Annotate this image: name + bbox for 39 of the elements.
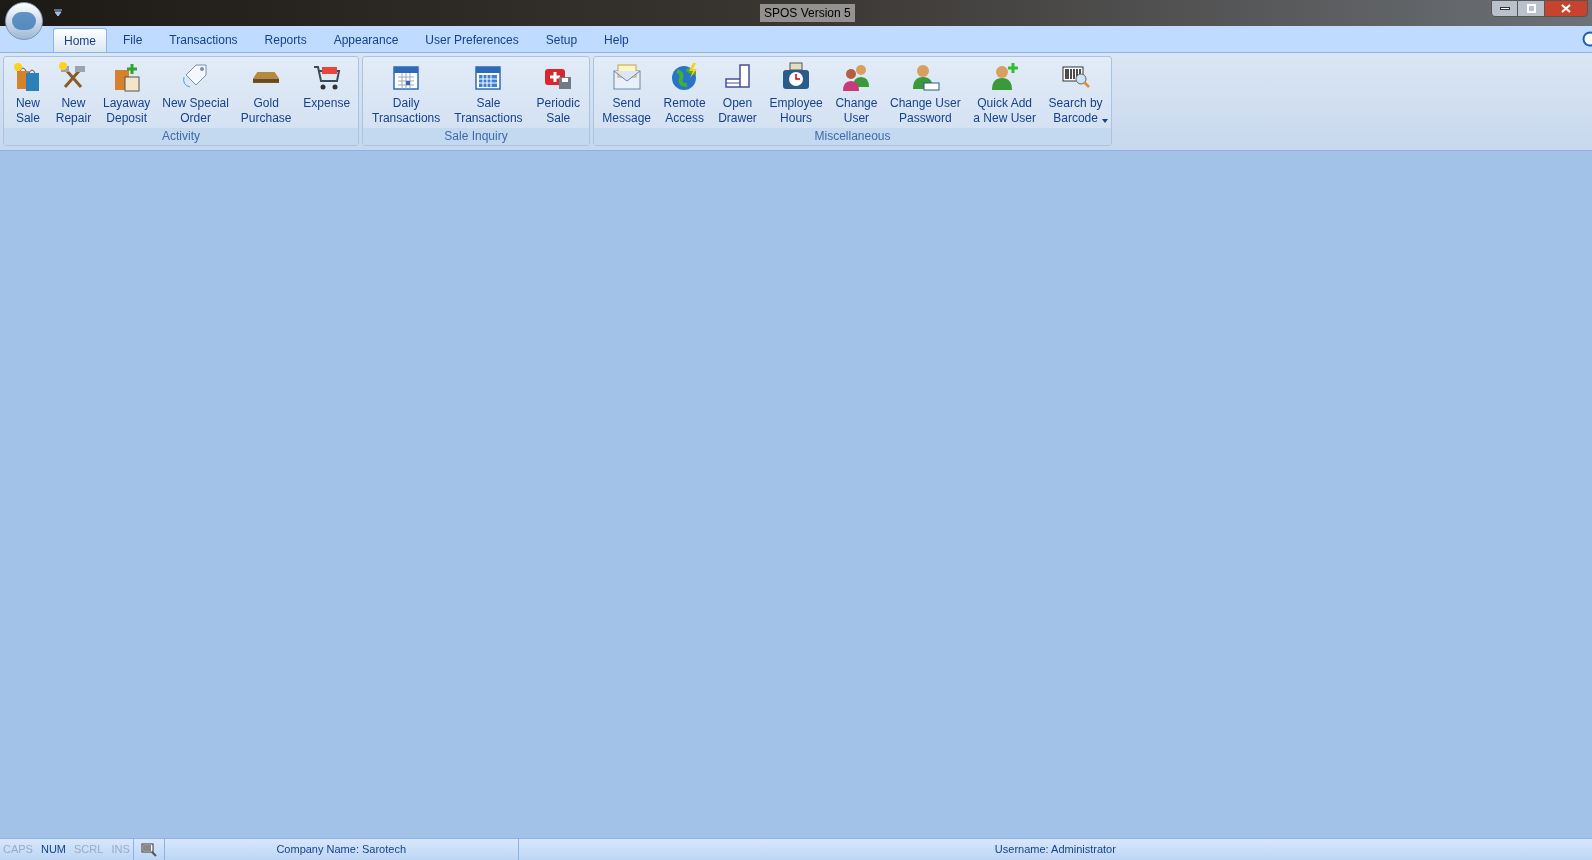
company-name-text: Company Name: Sarotech	[276, 842, 407, 858]
ribbon-button[interactable]: Sale Transactions	[453, 61, 524, 128]
group-title: Miscellaneous	[594, 128, 1111, 145]
group-title: Sale Inquiry	[363, 128, 589, 145]
ribbon-tab[interactable]: Home	[53, 28, 107, 52]
ribbon-button[interactable]: Periodic Sale	[535, 61, 581, 128]
ribbon-button[interactable]: Change User	[834, 61, 879, 128]
ribbon-button[interactable]: Open Drawer	[717, 61, 758, 128]
ribbon-tab[interactable]: User Preferences	[412, 28, 532, 52]
ribbon-button[interactable]: Quick Add a New User	[972, 61, 1037, 128]
group-title: Activity	[4, 128, 358, 145]
ribbon-tab[interactable]: Help	[591, 28, 642, 52]
window-title: SPOS Version 5	[760, 4, 855, 22]
ribbon-button[interactable]: Remote Access	[662, 61, 707, 128]
ribbon-tab[interactable]: Setup	[532, 28, 591, 52]
ribbon-tab[interactable]: Reports	[251, 28, 320, 52]
ribbon-button[interactable]: Layaway Deposit	[102, 61, 152, 128]
close-icon	[1561, 4, 1571, 13]
envelope-icon	[610, 61, 643, 93]
ribbon-tab[interactable]: Transactions	[156, 28, 251, 52]
ribbon-button[interactable]: New Sale	[10, 61, 45, 128]
ribbon-tab[interactable]: File	[110, 28, 156, 52]
ribbon-tab[interactable]: Appearance	[320, 28, 412, 52]
minimize-button[interactable]	[1491, 0, 1518, 17]
restore-button[interactable]	[1518, 0, 1544, 17]
ribbon-button[interactable]: New Repair	[54, 61, 93, 128]
ribbon-button[interactable]: Send Message	[601, 61, 652, 128]
ribbon-button[interactable]: Change User Password	[889, 61, 962, 128]
ribbon-button[interactable]: Gold Purchase	[239, 61, 293, 128]
ribbon-button[interactable]: Expense	[302, 61, 352, 128]
ribbon-button[interactable]: Daily Transactions	[371, 61, 442, 128]
username-text: Username: Administrator	[994, 842, 1116, 858]
close-button[interactable]	[1544, 0, 1588, 17]
quick-access-dropdown-icon[interactable]	[54, 9, 62, 17]
status-indicator: NUM	[40, 842, 67, 858]
ribbon-button[interactable]: Search by Barcode	[1047, 61, 1104, 128]
ribbon-button[interactable]: New Special Order	[161, 61, 230, 128]
app-logo-icon[interactable]	[5, 2, 43, 40]
ribbon-button[interactable]: Employee Hours	[768, 61, 824, 128]
